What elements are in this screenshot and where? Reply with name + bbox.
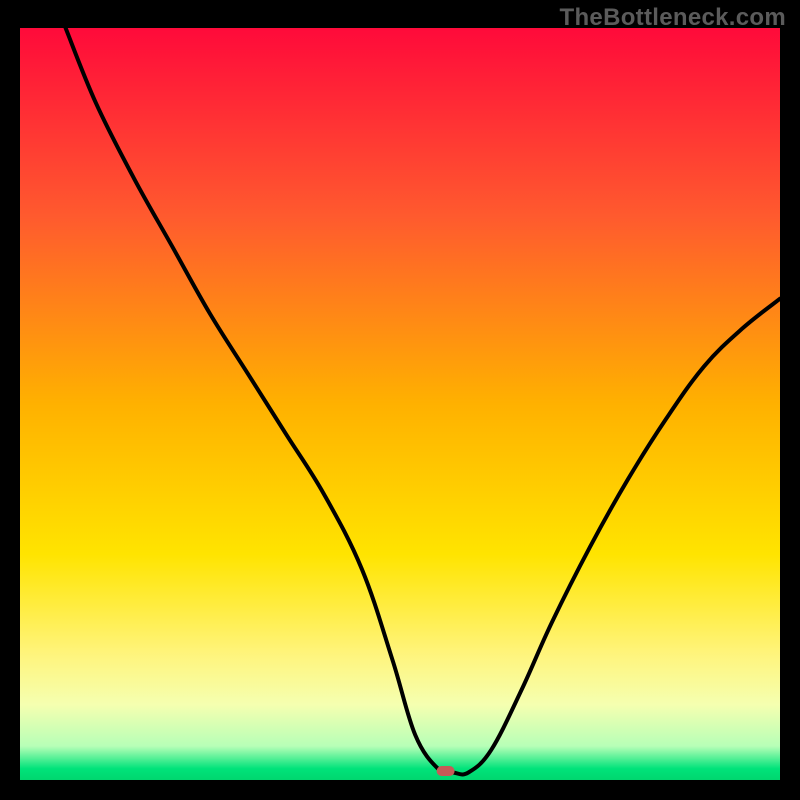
chart-svg — [20, 28, 780, 780]
chart-plot — [20, 28, 780, 780]
chart-background — [20, 28, 780, 780]
min-marker — [437, 766, 455, 776]
chart-frame: TheBottleneck.com — [0, 0, 800, 800]
